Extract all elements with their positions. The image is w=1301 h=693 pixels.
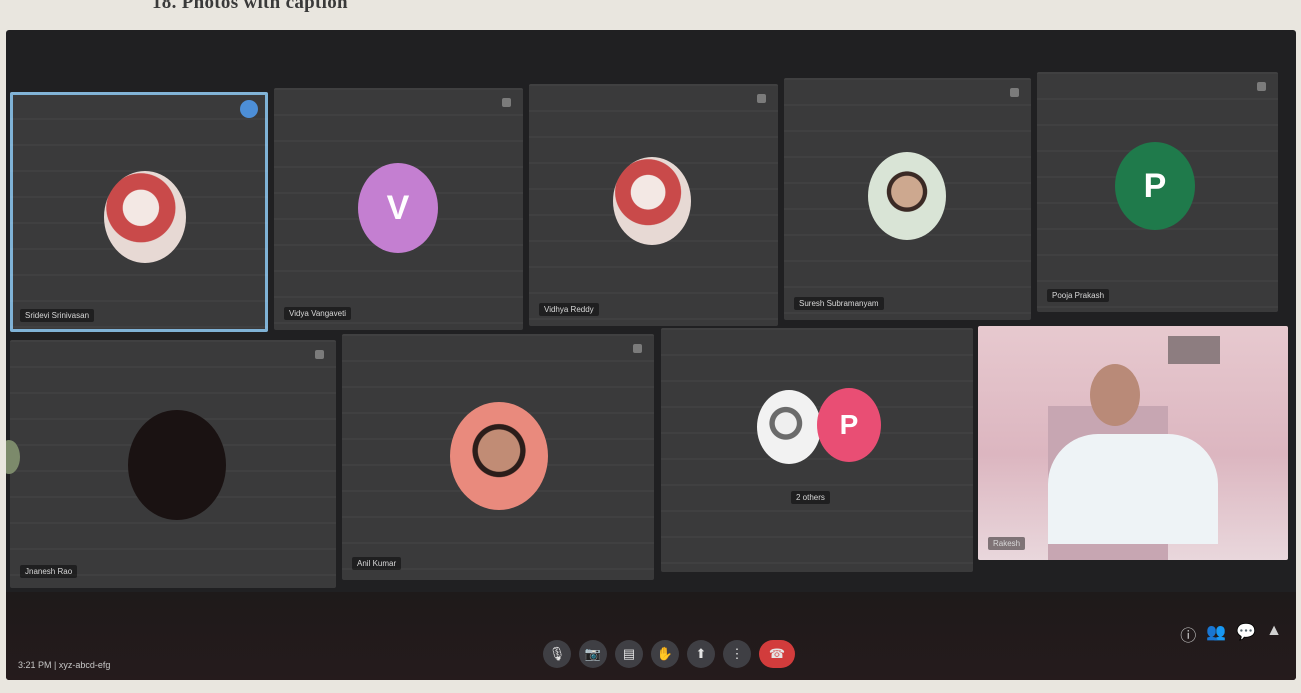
participant-name: Vidhya Reddy: [539, 303, 599, 316]
participant-tile-video[interactable]: Rakesh: [978, 326, 1288, 560]
more-options-icon[interactable]: [1010, 88, 1019, 97]
mic-icon[interactable]: 🎙: [543, 640, 571, 668]
raised-hand-icon: [240, 100, 258, 118]
participant-tile[interactable]: Sridevi Srinivasan: [10, 92, 268, 332]
people-icon[interactable]: 👥: [1206, 622, 1226, 646]
participant-tile[interactable]: P 2 others: [661, 328, 973, 572]
camera-icon[interactable]: 📷: [579, 640, 607, 668]
participant-name: Sridevi Srinivasan: [20, 309, 95, 322]
info-icon[interactable]: ⓘ: [1180, 622, 1196, 646]
participant-tile[interactable]: V Vidya Vangaveti: [274, 88, 523, 330]
avatar: [613, 157, 691, 245]
participant-name: Jnanesh Rao: [20, 565, 78, 578]
activities-icon[interactable]: ▲: [1266, 622, 1282, 646]
chat-icon[interactable]: 💬: [1236, 622, 1256, 646]
raise-hand-icon[interactable]: ✋: [651, 640, 679, 668]
more-options-icon[interactable]: [633, 344, 642, 353]
avatar: [757, 390, 821, 464]
more-options-icon[interactable]: [1257, 82, 1266, 91]
side-controls: ⓘ 👥 💬 ▲: [1180, 622, 1282, 646]
meeting-info: 3:21 PM | xyz-abcd-efg: [18, 660, 111, 670]
participant-tile[interactable]: P Pooja Prakash: [1037, 72, 1278, 312]
participant-name: Pooja Prakash: [1047, 289, 1110, 302]
avatar: V: [358, 163, 438, 253]
participant-tile[interactable]: Anil Kumar: [342, 334, 654, 580]
more-options-icon[interactable]: [502, 98, 511, 107]
avatar: [868, 152, 946, 240]
meeting-window: Sridevi Srinivasan V Vidya Vangaveti Vid…: [6, 30, 1296, 680]
more-options-icon[interactable]: [757, 94, 766, 103]
avatar: [450, 402, 548, 510]
call-controls: 🎙 📷 ▤ ✋ ⬆ ⋮ ☎: [543, 640, 795, 668]
captions-icon[interactable]: ▤: [615, 640, 643, 668]
avatar: [128, 410, 226, 520]
page-caption: 18. Photos with caption: [152, 0, 348, 13]
participant-name: Anil Kumar: [352, 557, 402, 570]
end-call-icon[interactable]: ☎: [759, 640, 795, 668]
present-icon[interactable]: ⬆: [687, 640, 715, 668]
participant-tile[interactable]: Suresh Subramanyam: [784, 78, 1031, 320]
participant-tile[interactable]: Jnanesh Rao: [10, 340, 336, 588]
avatar: P: [817, 388, 881, 462]
more-options-icon[interactable]: [315, 350, 324, 359]
more-icon[interactable]: ⋮: [723, 640, 751, 668]
avatar: [104, 171, 186, 263]
participant-name: Vidya Vangaveti: [284, 307, 352, 320]
participant-name: Rakesh: [988, 537, 1026, 550]
participant-tile[interactable]: Vidhya Reddy: [529, 84, 778, 326]
avatar: P: [1115, 142, 1195, 230]
participant-name: Suresh Subramanyam: [794, 297, 884, 310]
participant-name: 2 others: [791, 491, 830, 504]
